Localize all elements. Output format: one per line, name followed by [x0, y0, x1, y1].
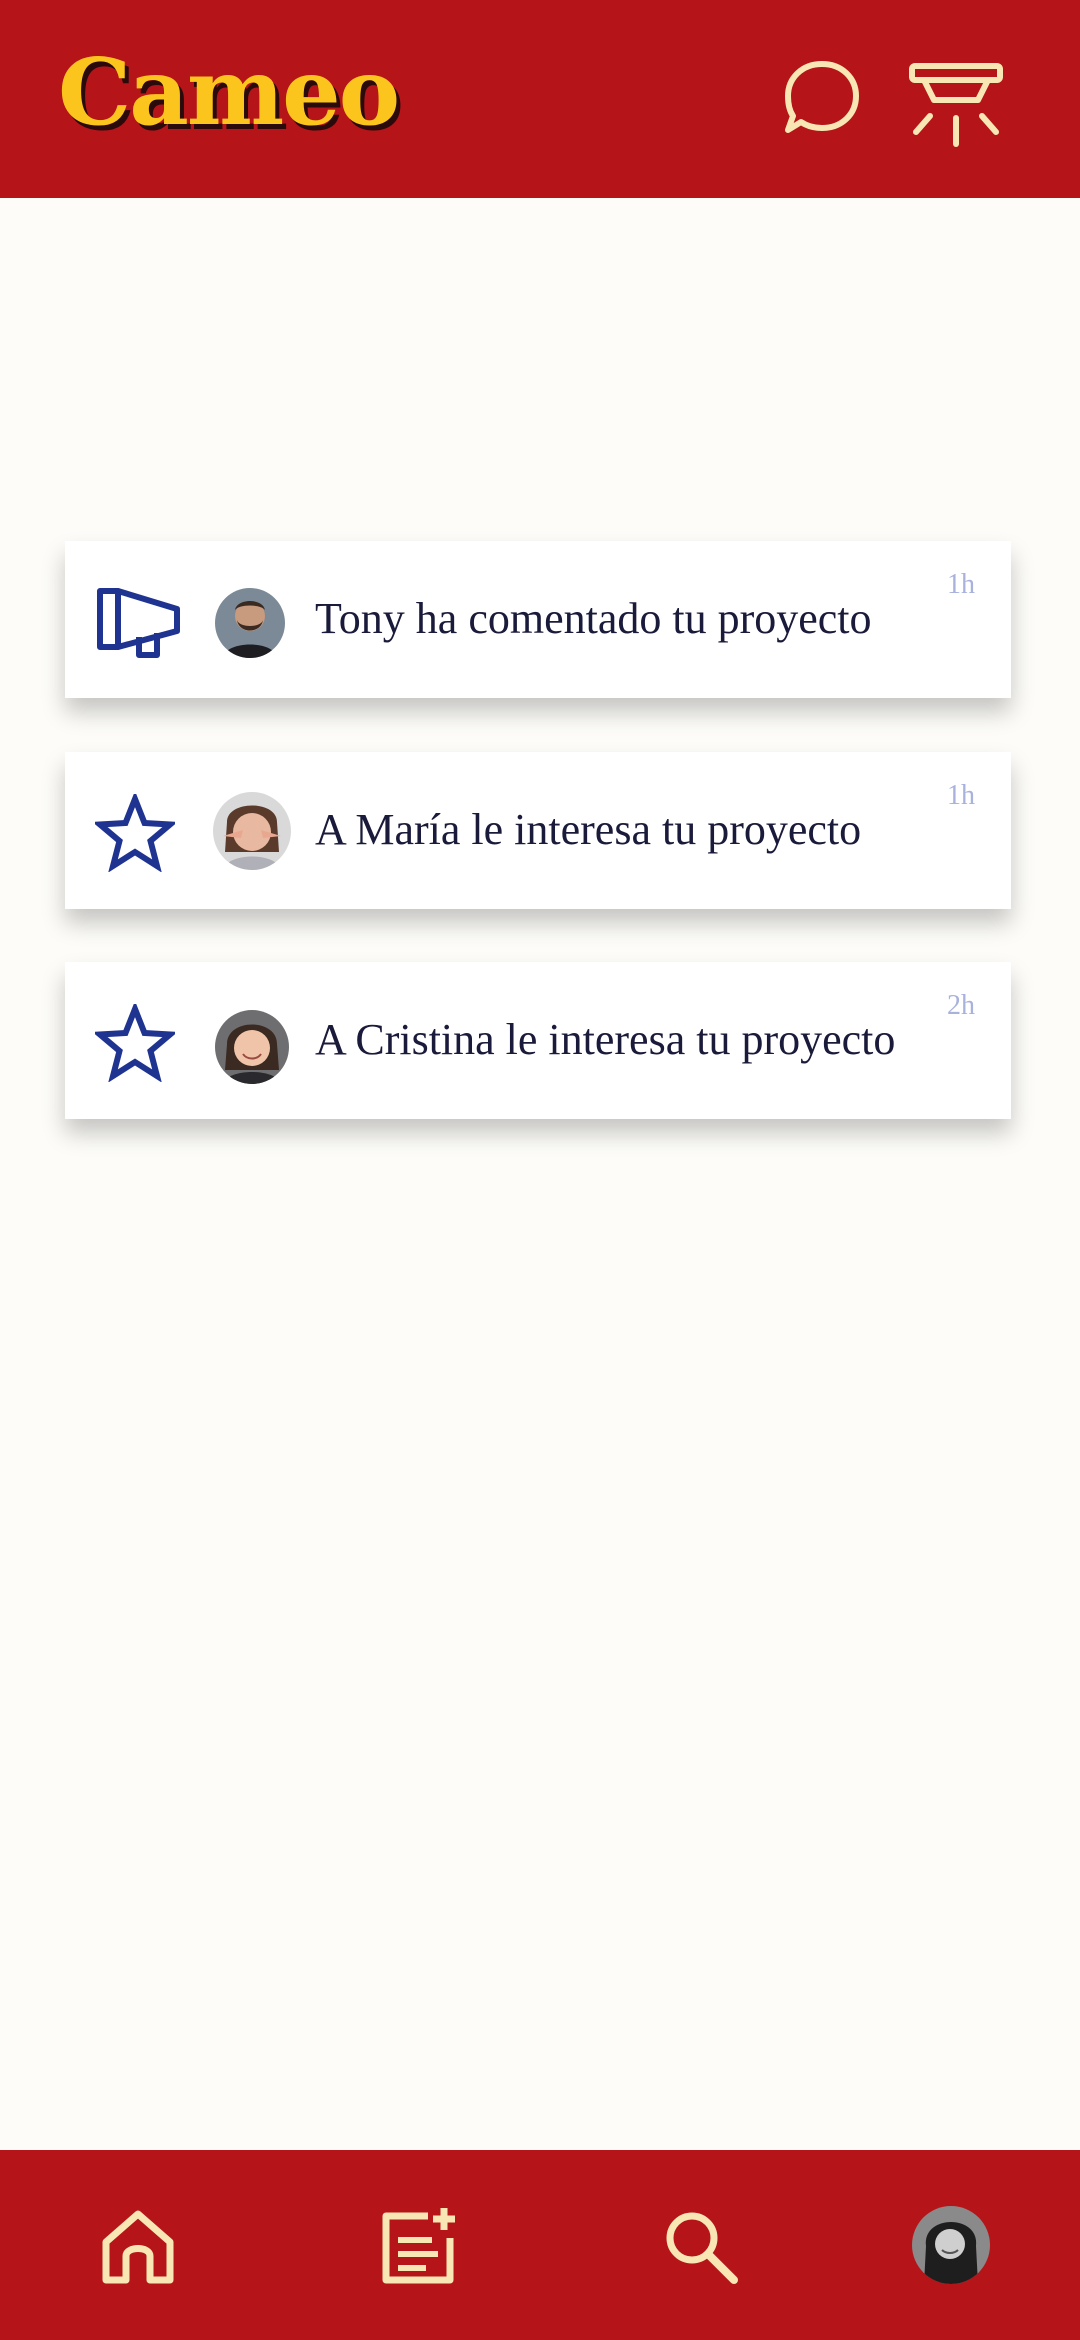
notification-time: 1h — [947, 569, 975, 600]
notification-message: Tony ha comentado tu proyecto — [315, 594, 872, 643]
home-icon[interactable] — [98, 2206, 178, 2286]
ceiling-lamp-icon[interactable] — [906, 58, 1006, 158]
notification-card[interactable]: A María le interesa tu proyecto 1h — [65, 752, 1011, 909]
star-icon — [95, 1004, 175, 1082]
notification-message: A Cristina le interesa tu proyecto — [315, 1015, 896, 1064]
bottom-navigation — [0, 2150, 1080, 2340]
search-icon[interactable] — [660, 2206, 740, 2286]
app-logo[interactable]: Cameo — [58, 38, 400, 146]
profile-avatar[interactable] — [912, 2206, 990, 2284]
avatar[interactable] — [215, 588, 285, 658]
notification-message: A María le interesa tu proyecto — [315, 805, 862, 854]
avatar[interactable] — [213, 792, 291, 870]
notification-time: 2h — [947, 990, 975, 1021]
chat-bubble-icon[interactable] — [780, 58, 864, 138]
star-icon — [95, 794, 175, 872]
new-post-icon[interactable] — [378, 2206, 458, 2286]
top-app-bar: Cameo — [0, 0, 1080, 198]
notification-time: 1h — [947, 780, 975, 811]
notification-card[interactable]: Tony ha comentado tu proyecto 1h — [65, 541, 1011, 698]
megaphone-icon — [97, 588, 180, 658]
avatar[interactable] — [215, 1010, 289, 1084]
notification-card[interactable]: A Cristina le interesa tu proyecto 2h — [65, 962, 1011, 1119]
